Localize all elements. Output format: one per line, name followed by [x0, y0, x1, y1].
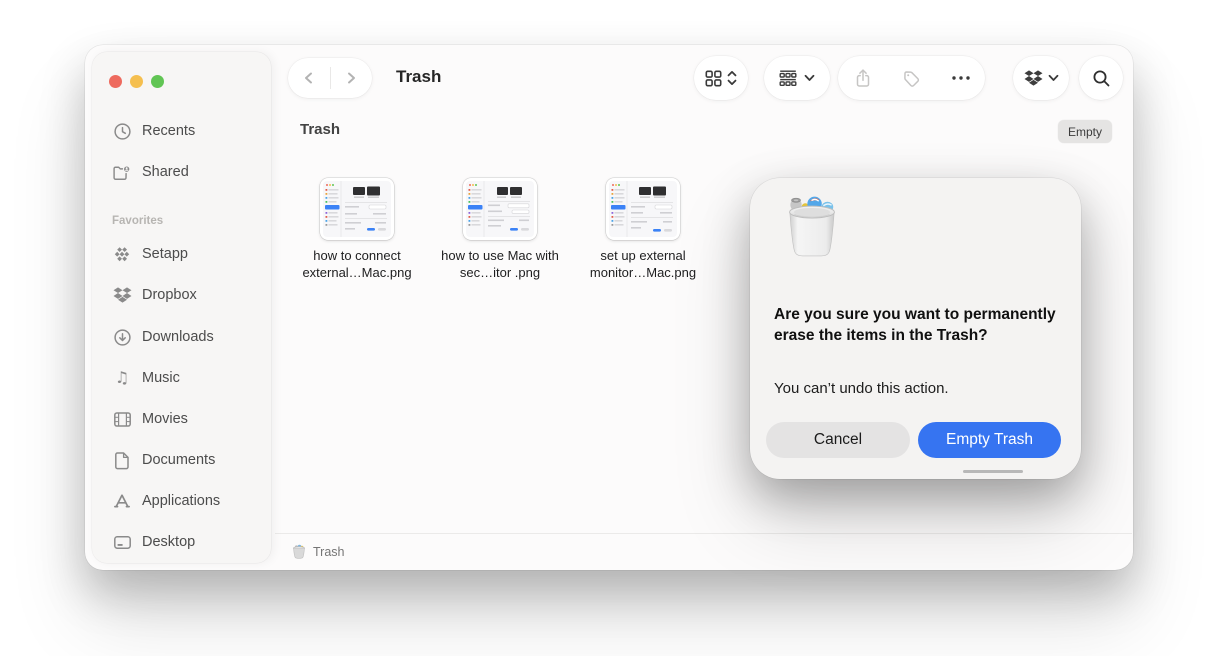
- dropbox-toolbar-button[interactable]: [1013, 56, 1069, 100]
- sidebar-item-label: Desktop: [142, 534, 195, 550]
- sidebar-item-label: Downloads: [142, 329, 214, 345]
- chevron-down-icon: [804, 74, 815, 82]
- view-switcher-button[interactable]: [694, 56, 748, 100]
- up-down-chevrons-icon: [727, 70, 737, 86]
- sidebar-item-music[interactable]: ♫ Music: [102, 361, 263, 395]
- sidebar-item-label: Recents: [142, 123, 195, 139]
- file-item[interactable]: set up external monitor…Mac.png: [573, 178, 713, 281]
- path-bar-location[interactable]: Trash: [313, 545, 345, 559]
- sidebar-item-documents[interactable]: Documents: [102, 443, 263, 477]
- clock-icon: [112, 121, 132, 141]
- desktop-icon: [112, 532, 132, 552]
- window-controls: [109, 75, 164, 88]
- back-button[interactable]: [289, 58, 330, 98]
- sidebar-item-desktop[interactable]: Desktop: [102, 525, 263, 559]
- sidebar-item-label: Dropbox: [142, 287, 197, 303]
- actions-group: [838, 56, 985, 100]
- close-button[interactable]: [109, 75, 122, 88]
- setapp-icon: [112, 244, 132, 264]
- empty-trash-confirm-button[interactable]: Empty Trash: [918, 422, 1061, 458]
- sidebar-item-recents[interactable]: Recents: [102, 114, 263, 148]
- file-name: how to connect external…Mac.png: [287, 247, 427, 281]
- sidebar-item-label: Documents: [142, 452, 215, 468]
- dialog-resize-handle[interactable]: [963, 470, 1023, 473]
- window-title: Trash: [396, 67, 441, 87]
- shared-folder-icon: [112, 162, 132, 182]
- zoom-button[interactable]: [151, 75, 164, 88]
- sidebar-item-setapp[interactable]: Setapp: [102, 237, 263, 271]
- sidebar-item-dropbox[interactable]: Dropbox: [102, 278, 263, 312]
- search-button[interactable]: [1079, 56, 1123, 100]
- trash-small-icon: [292, 544, 306, 559]
- sidebar-item-label: Music: [142, 370, 180, 386]
- sidebar-item-shared[interactable]: Shared: [102, 155, 263, 189]
- sidebar: Recents Shared Favorites: [92, 52, 271, 563]
- sidebar-item-downloads[interactable]: Downloads: [102, 320, 263, 354]
- chevron-down-icon: [1048, 74, 1059, 82]
- file-thumbnail: [606, 178, 680, 240]
- file-name: how to use Mac with sec…itor .png: [430, 247, 570, 281]
- more-options-button[interactable]: [936, 75, 985, 81]
- chevron-left-icon: [301, 70, 317, 86]
- share-button[interactable]: [838, 68, 887, 88]
- path-bar: Trash: [275, 533, 1132, 569]
- file-name: set up external monitor…Mac.png: [573, 247, 713, 281]
- sidebar-item-movies[interactable]: Movies: [102, 402, 263, 436]
- file-thumbnail: [320, 178, 394, 240]
- sidebar-item-applications[interactable]: Applications: [102, 484, 263, 518]
- tags-button[interactable]: [887, 69, 936, 88]
- group-by-button[interactable]: [764, 56, 830, 100]
- forward-button[interactable]: [331, 58, 372, 98]
- search-icon: [1092, 69, 1111, 88]
- group-view-icon: [779, 70, 797, 86]
- document-icon: [112, 450, 132, 470]
- appstore-icon: [112, 491, 132, 511]
- folder-title: Trash: [300, 121, 340, 138]
- sidebar-item-label: Shared: [142, 164, 189, 180]
- full-trash-icon: [780, 192, 844, 260]
- sidebar-item-label: Applications: [142, 493, 220, 509]
- minimize-button[interactable]: [130, 75, 143, 88]
- screenshot-preview: [609, 181, 677, 237]
- file-item[interactable]: how to use Mac with sec…itor .png: [430, 178, 570, 281]
- empty-trash-header-button[interactable]: Empty: [1058, 120, 1112, 143]
- music-note-icon: ♫: [112, 368, 132, 388]
- film-icon: [112, 409, 132, 429]
- desktop: Trash Empty Trash: [0, 0, 1216, 656]
- tag-icon: [902, 69, 921, 88]
- dialog-buttons: Cancel Empty Trash: [766, 422, 1061, 458]
- screenshot-preview: [323, 181, 391, 237]
- sidebar-item-label: Setapp: [142, 246, 188, 262]
- sidebar-section-favorites: Favorites: [112, 215, 163, 227]
- chevron-right-icon: [343, 70, 359, 86]
- downloads-icon: [112, 327, 132, 347]
- dialog-title: Are you sure you want to permanently era…: [774, 305, 1068, 346]
- ellipsis-icon: [951, 75, 971, 81]
- empty-trash-dialog: Are you sure you want to permanently era…: [750, 178, 1081, 479]
- dialog-message: You can’t undo this action.: [774, 380, 1068, 397]
- nav-buttons-group: [288, 58, 372, 98]
- file-item[interactable]: how to connect external…Mac.png: [287, 178, 427, 281]
- share-icon: [854, 68, 872, 88]
- screenshot-preview: [466, 181, 534, 237]
- sidebar-item-label: Movies: [142, 411, 188, 427]
- file-thumbnail: [463, 178, 537, 240]
- grid-view-icon: [705, 70, 722, 87]
- dropbox-icon: [1024, 69, 1043, 87]
- dropbox-icon: [112, 285, 132, 305]
- cancel-button[interactable]: Cancel: [766, 422, 910, 458]
